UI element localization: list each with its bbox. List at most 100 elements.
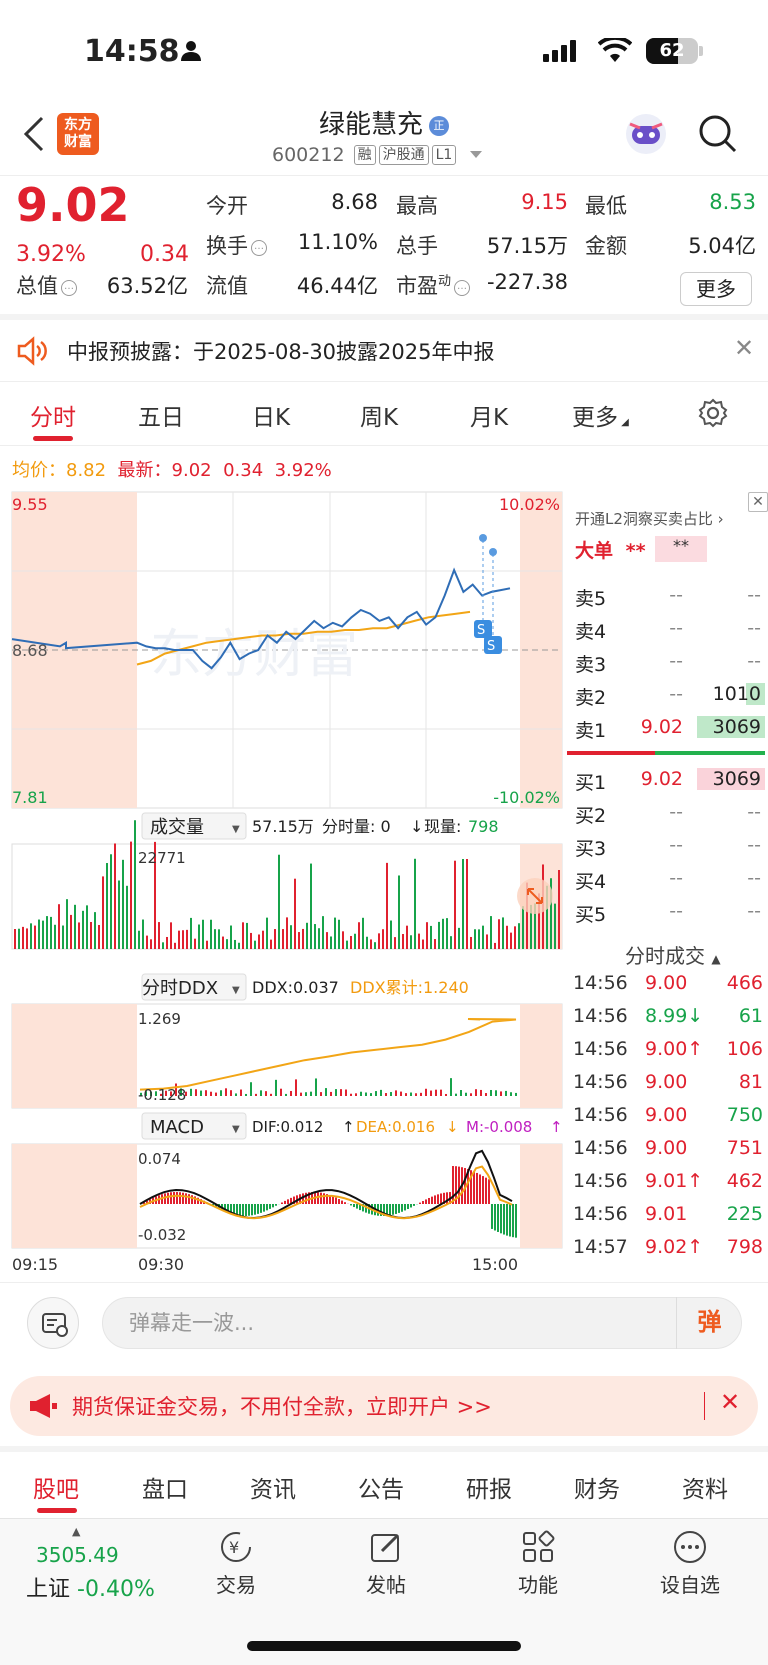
macd-bar <box>242 1204 244 1216</box>
trade-volume: 106 <box>726 1038 763 1060</box>
bid-vol: 3069 <box>697 768 765 790</box>
bid-row-2: 买2 -- -- <box>575 801 765 831</box>
volume-bar <box>54 924 56 949</box>
close-icon[interactable]: ✕ <box>748 492 768 512</box>
notice-bar[interactable]: 中报预披露：于2025-08-30披露2025年中报 ✕ <box>0 320 768 382</box>
danmu-button[interactable]: 弹 <box>676 1297 742 1349</box>
tab-more[interactable]: 更多 ◢ <box>572 398 629 432</box>
danmu-settings-icon[interactable] <box>27 1297 79 1349</box>
trade-price: 9.00 <box>645 1104 688 1126</box>
float-value-label: 流值 <box>206 274 248 298</box>
macd-bar <box>398 1204 400 1213</box>
functions-button[interactable]: 功能 <box>488 1529 588 1598</box>
trade-button[interactable]: ¥ 交易 <box>186 1529 286 1598</box>
macd-m: M:-0.008 <box>466 1118 532 1136</box>
tab-orderbook[interactable]: 盘口 <box>142 1470 188 1504</box>
more-button[interactable]: 更多 <box>680 272 752 306</box>
volume-bar <box>78 922 80 949</box>
tab-news[interactable]: 资讯 <box>250 1470 296 1504</box>
volume-value: 57.15万 <box>486 234 568 258</box>
macd-bar <box>251 1204 253 1216</box>
trade-volume: 750 <box>726 1104 763 1126</box>
bid-price: -- <box>669 867 683 889</box>
tab-five-day[interactable]: 五日 <box>138 398 184 432</box>
volume-bar <box>338 919 340 949</box>
volume-bar <box>558 869 560 949</box>
macd-bar <box>236 1204 238 1216</box>
volume-bar <box>158 922 160 949</box>
ad-banner[interactable]: 期货保证金交易，不用付全款，立即开户 >> ✕ <box>10 1376 758 1436</box>
trade-volume: 798 <box>726 1236 763 1258</box>
search-icon[interactable] <box>698 114 738 154</box>
trade-price: 9.00 <box>645 1137 688 1159</box>
tick-trades-header[interactable]: 分时成交 ▲ <box>625 940 721 969</box>
ddx-bar <box>470 1093 472 1096</box>
ddx-bar <box>410 1092 412 1096</box>
tab-profile[interactable]: 资料 <box>682 1470 728 1504</box>
ddx-bar <box>230 1090 232 1096</box>
ddx-bar <box>340 1089 342 1096</box>
volume-bar <box>58 904 60 949</box>
ddx-selector-label: 分时DDX <box>142 978 218 999</box>
tab-daily[interactable]: 日K <box>252 398 290 432</box>
robot-assistant-icon[interactable] <box>622 110 670 158</box>
volume-bar <box>122 859 124 949</box>
macd-bar <box>188 1194 190 1204</box>
ddx-bar <box>320 1092 322 1096</box>
info-icon[interactable]: … <box>454 280 471 296</box>
ask-price: -- <box>669 584 683 606</box>
stock-code-line[interactable]: 600212 融沪股通 L1 <box>272 144 483 166</box>
intraday-chart[interactable]: 东方财富 S S 9.55 8.68 7.81 10.02% -10.02% 成… <box>0 480 565 1280</box>
tab-announcements[interactable]: 公告 <box>358 1470 404 1504</box>
close-icon[interactable]: ✕ <box>720 1388 740 1416</box>
trade-row: 14:56 9.00 750 <box>573 1104 763 1134</box>
add-watchlist-button[interactable]: 设自选 <box>640 1529 740 1598</box>
ddx-bar <box>220 1090 222 1096</box>
tab-finance[interactable]: 财务 <box>574 1470 620 1504</box>
tab-weekly[interactable]: 周K <box>360 398 398 432</box>
bid-row-4: 买4 -- -- <box>575 867 765 897</box>
volume-bar <box>166 936 168 949</box>
l2-promo[interactable]: 开通L2洞察买卖占比 › <box>575 508 724 529</box>
volume-bar <box>554 903 556 949</box>
post-button[interactable]: 发帖 <box>336 1529 436 1598</box>
ask-label: 卖5 <box>575 588 607 610</box>
volume-bar <box>330 936 332 949</box>
stock-header: 东方 财富 绿能慧充正 600212 融沪股通 L1 <box>0 100 768 176</box>
ddx-bar <box>215 1092 217 1096</box>
volume-bar <box>126 885 128 949</box>
ask-price: -- <box>669 617 683 639</box>
current-volume: 798 <box>468 817 499 836</box>
volume-bar <box>502 917 504 949</box>
svg-text:▼: ▼ <box>232 1124 240 1135</box>
danmu-input[interactable]: 弹幕走一波... <box>102 1297 742 1349</box>
volume-bar <box>406 925 408 949</box>
trade-label: 交易 <box>216 1573 256 1597</box>
ddx-bottom-label: -0.128 <box>138 1086 186 1104</box>
ddx-bar <box>400 1091 402 1096</box>
big-order-buy: ** <box>625 540 646 562</box>
macd-bar <box>257 1204 259 1214</box>
info-icon[interactable]: … <box>251 240 267 256</box>
macd-bar <box>254 1204 256 1215</box>
macd-bar <box>239 1204 241 1216</box>
close-icon[interactable]: ✕ <box>734 334 754 362</box>
macd-bar <box>191 1195 193 1204</box>
macd-bar <box>332 1196 334 1204</box>
volume-bar <box>438 921 440 949</box>
volume-bar <box>490 916 492 949</box>
tab-forum[interactable]: 股吧 <box>33 1470 79 1504</box>
ddx-bar <box>370 1093 372 1096</box>
volume-bar <box>38 919 40 949</box>
volume-bar <box>382 929 384 949</box>
info-icon[interactable]: … <box>61 280 77 296</box>
volume-bar <box>294 878 296 949</box>
ddx-bar <box>275 1079 277 1096</box>
volume-bar <box>282 929 284 949</box>
tab-intraday[interactable]: 分时 <box>30 398 76 432</box>
tab-monthly[interactable]: 月K <box>470 398 508 432</box>
tag-level: L1 <box>431 145 457 165</box>
tab-research[interactable]: 研报 <box>466 1470 512 1504</box>
volume-bar <box>82 910 84 949</box>
gear-icon[interactable] <box>698 398 728 428</box>
